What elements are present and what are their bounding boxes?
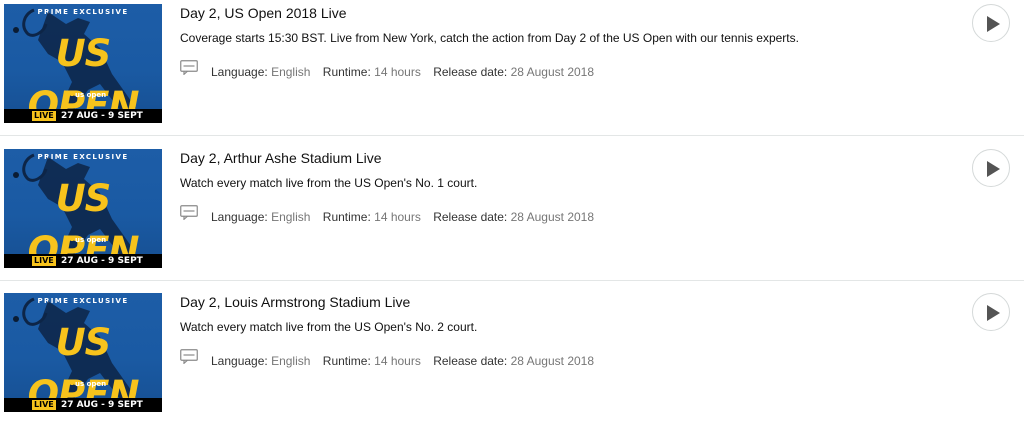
thumbnail-date-bar: LIVE 27 AUG - 9 SEPT: [4, 398, 162, 412]
episode-synopsis: Watch every match live from the US Open'…: [180, 176, 478, 190]
thumbnail-date-bar: LIVE 27 AUG - 9 SEPT: [4, 254, 162, 268]
episode-thumbnail[interactable]: PRIME EXCLUSIVE US OPEN us open LIVE 27 …: [4, 4, 162, 123]
release-date-label: Release date:: [433, 65, 508, 79]
episode-metadata: Language: English Runtime: 14 hours Rele…: [211, 65, 594, 79]
episode-title[interactable]: Day 2, Louis Armstrong Stadium Live: [180, 294, 410, 310]
runtime-label: Runtime:: [322, 65, 371, 79]
us-open-logo: us open: [64, 90, 106, 100]
live-badge: LIVE: [32, 400, 56, 410]
episode-metadata: Language: English Runtime: 14 hours Rele…: [211, 354, 594, 368]
release-date-value: 28 August 2018: [510, 65, 595, 79]
play-button[interactable]: [972, 4, 1010, 42]
episode-row: PRIME EXCLUSIVE US OPEN us open LIVE 27 …: [0, 145, 1024, 289]
speech-bubble-icon: [180, 60, 198, 75]
row-divider: [0, 280, 1024, 281]
thumbnail-date-bar: LIVE 27 AUG - 9 SEPT: [4, 109, 162, 123]
language-label: Language:: [211, 354, 268, 368]
play-icon: [987, 305, 1000, 321]
live-badge: LIVE: [32, 111, 56, 121]
episode-thumbnail[interactable]: PRIME EXCLUSIVE US OPEN us open LIVE 27 …: [4, 293, 162, 412]
release-date-label: Release date:: [433, 210, 508, 224]
episode-row: PRIME EXCLUSIVE US OPEN us open LIVE 27 …: [0, 289, 1024, 424]
play-button[interactable]: [972, 149, 1010, 187]
runtime-label: Runtime:: [322, 210, 371, 224]
us-open-logo-text: us open: [75, 236, 107, 244]
episode-thumbnail[interactable]: PRIME EXCLUSIVE US OPEN us open LIVE 27 …: [4, 149, 162, 268]
runtime-label: Runtime:: [322, 354, 371, 368]
episode-synopsis: Watch every match live from the US Open'…: [180, 320, 478, 334]
row-divider: [0, 135, 1024, 136]
language-label: Language:: [211, 65, 268, 79]
runtime-value: 14 hours: [374, 354, 421, 368]
language-label: Language:: [211, 210, 268, 224]
release-date-value: 28 August 2018: [510, 210, 595, 224]
language-value: English: [271, 210, 311, 224]
language-value: English: [271, 354, 311, 368]
episode-title[interactable]: Day 2, US Open 2018 Live: [180, 5, 347, 21]
language-value: English: [271, 65, 311, 79]
event-dates: 27 AUG - 9 SEPT: [61, 111, 143, 121]
play-icon: [987, 161, 1000, 177]
episode-synopsis: Coverage starts 15:30 BST. Live from New…: [180, 31, 799, 45]
live-badge: LIVE: [32, 256, 56, 266]
release-date-value: 28 August 2018: [510, 354, 595, 368]
us-open-logo-text: us open: [75, 91, 107, 99]
us-open-logo: us open: [64, 379, 106, 389]
play-button[interactable]: [972, 293, 1010, 331]
episode-title[interactable]: Day 2, Arthur Ashe Stadium Live: [180, 150, 382, 166]
episode-metadata: Language: English Runtime: 14 hours Rele…: [211, 210, 594, 224]
us-open-logo: us open: [64, 235, 106, 245]
play-icon: [987, 16, 1000, 32]
episode-row: PRIME EXCLUSIVE US OPEN us open LIVE 27 …: [0, 0, 1024, 144]
event-dates: 27 AUG - 9 SEPT: [61, 256, 143, 266]
runtime-value: 14 hours: [374, 65, 421, 79]
speech-bubble-icon: [180, 349, 198, 364]
speech-bubble-icon: [180, 205, 198, 220]
release-date-label: Release date:: [433, 354, 508, 368]
episode-list: PRIME EXCLUSIVE US OPEN us open LIVE 27 …: [0, 0, 1024, 424]
us-open-logo-text: us open: [75, 380, 107, 388]
runtime-value: 14 hours: [374, 210, 421, 224]
event-dates: 27 AUG - 9 SEPT: [61, 400, 143, 410]
